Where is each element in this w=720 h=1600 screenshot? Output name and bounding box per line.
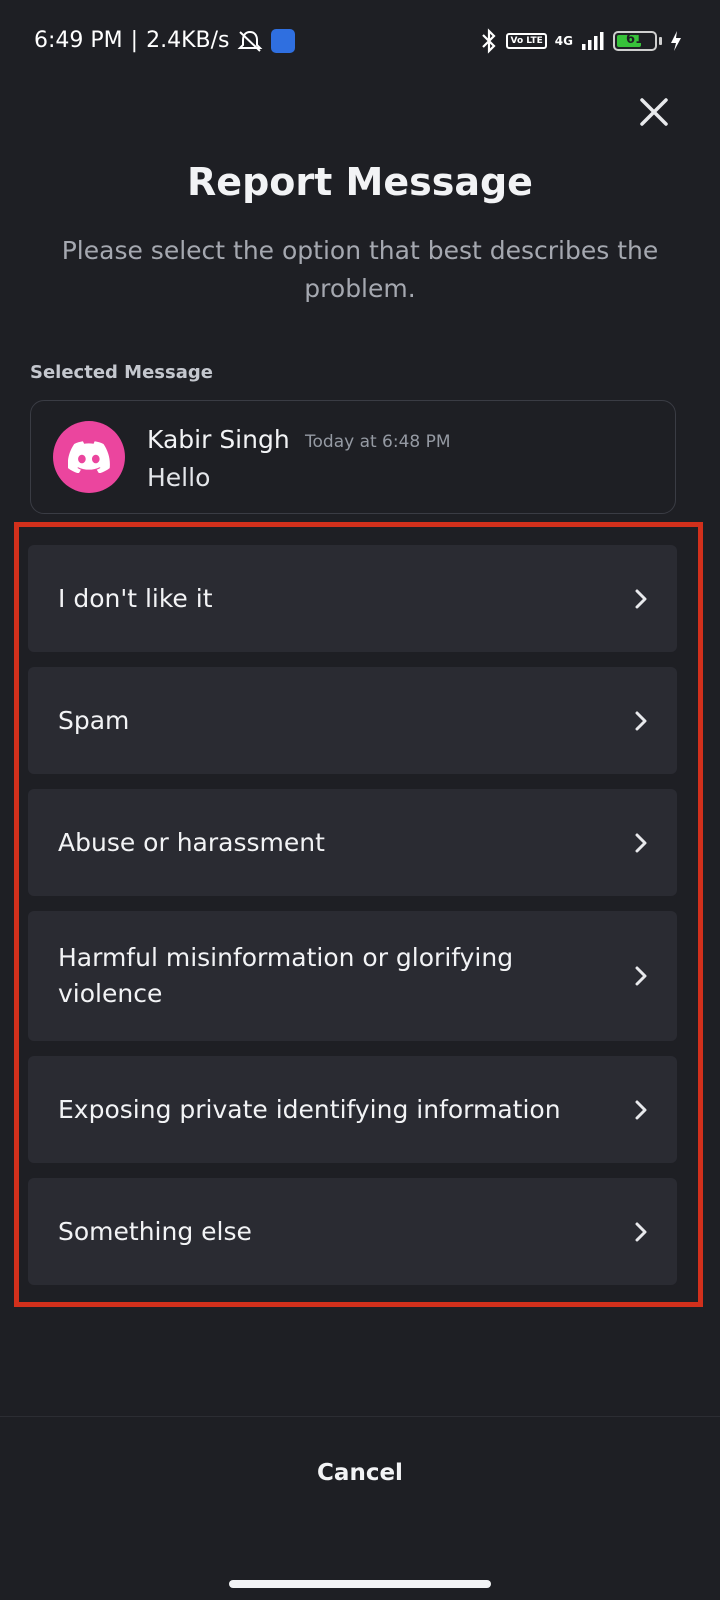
close-button[interactable]	[634, 92, 674, 132]
message-timestamp: Today at 6:48 PM	[305, 432, 451, 452]
report-options-list: I don't like it Spam Abuse or harassment…	[28, 545, 677, 1285]
battery-level: 61	[625, 32, 645, 47]
muted-bell-icon	[238, 30, 263, 52]
option-label: Exposing private identifying information	[58, 1094, 561, 1124]
selected-message-label: Selected Message	[30, 362, 213, 383]
report-message-screen: 6:49 PM | 2.4KB/s Vo LTE 4G 61 Report Me…	[0, 0, 720, 1600]
dialog-subtitle: Please select the option that best descr…	[61, 236, 659, 303]
battery-nub	[659, 37, 662, 45]
charging-icon	[671, 31, 681, 51]
footer-divider	[0, 1416, 720, 1417]
cancel-button[interactable]: Cancel	[0, 1460, 720, 1486]
option-label: Harmful misinformation or glorifying vio…	[58, 943, 514, 1008]
option-harmful-misinformation[interactable]: Harmful misinformation or glorifying vio…	[28, 911, 677, 1041]
option-exposing-private-info[interactable]: Exposing private identifying information	[28, 1056, 677, 1163]
chevron-right-icon	[635, 833, 647, 852]
chevron-right-icon	[635, 711, 647, 730]
option-dont-like-it[interactable]: I don't like it	[28, 545, 677, 652]
message-text: Hello	[147, 463, 211, 492]
signal-icon	[582, 32, 604, 50]
message-author: Kabir Singh	[147, 425, 290, 454]
option-something-else[interactable]: Something else	[28, 1178, 677, 1285]
avatar	[53, 421, 125, 493]
bluetooth-icon	[482, 28, 497, 54]
volte-icon: Vo LTE	[506, 33, 547, 49]
selected-message-card: Kabir Singh Today at 6:48 PM Hello	[30, 400, 676, 514]
option-label: Spam	[58, 705, 130, 735]
app-notification-icon	[271, 28, 296, 53]
status-bar: 6:49 PM | 2.4KB/s Vo LTE 4G 61	[0, 0, 720, 84]
status-left: 6:49 PM | 2.4KB/s	[34, 28, 296, 53]
dialog-title: Report Message	[187, 160, 533, 204]
close-icon	[640, 98, 668, 126]
network-type: 4G	[554, 34, 573, 48]
status-right: Vo LTE 4G 61	[480, 28, 682, 54]
chevron-right-icon	[635, 1222, 647, 1241]
chevron-right-icon	[635, 1100, 647, 1119]
option-label: Abuse or harassment	[58, 827, 325, 857]
battery-icon: 61	[613, 31, 657, 51]
option-label: I don't like it	[58, 583, 213, 613]
option-abuse-harassment[interactable]: Abuse or harassment	[28, 789, 677, 896]
option-label: Something else	[58, 1216, 252, 1246]
status-separator: |	[130, 28, 139, 53]
chevron-right-icon	[635, 589, 647, 608]
status-network-speed: 2.4KB/s	[146, 28, 230, 53]
chevron-right-icon	[635, 966, 647, 986]
home-indicator[interactable]	[229, 1580, 491, 1588]
discord-logo-icon	[68, 441, 110, 473]
status-time: 6:49 PM	[34, 28, 123, 53]
option-spam[interactable]: Spam	[28, 667, 677, 774]
